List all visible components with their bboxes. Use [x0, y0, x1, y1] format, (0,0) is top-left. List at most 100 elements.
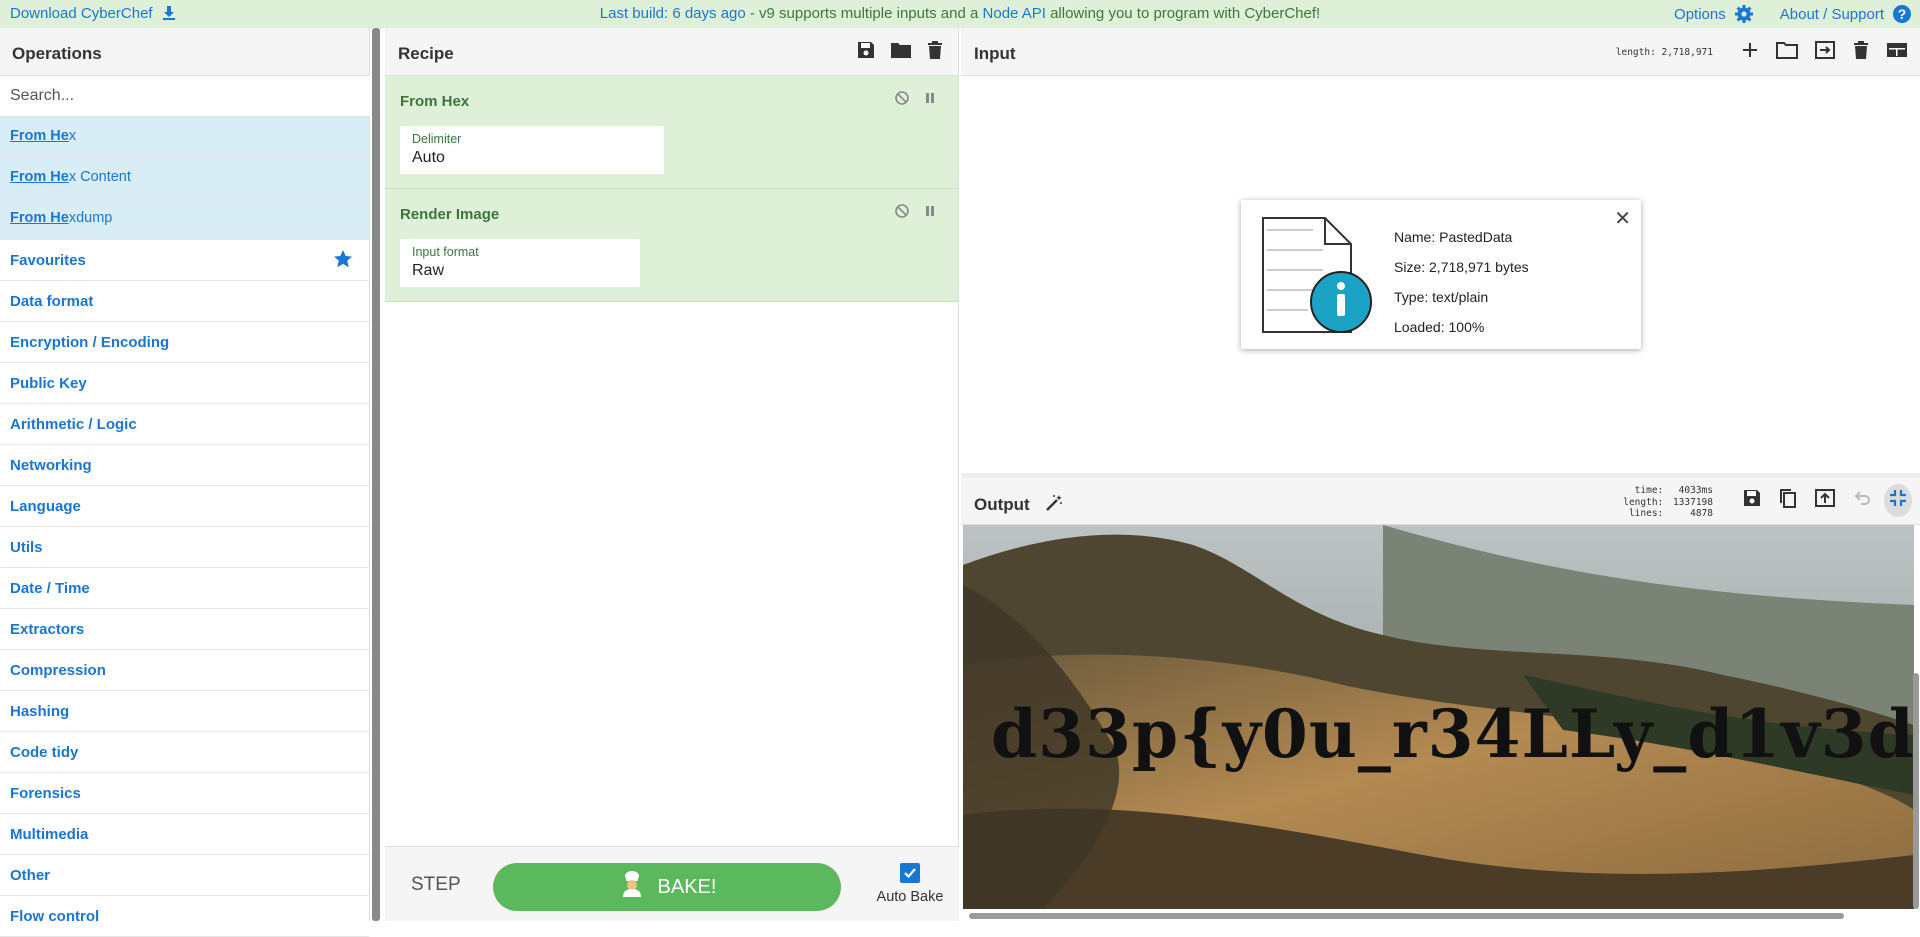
- open-folder-icon[interactable]: [1776, 40, 1798, 65]
- top-banner: Download CyberChef Last build: 6 days ag…: [0, 0, 1920, 28]
- bake-button[interactable]: BAKE!: [493, 863, 841, 911]
- stat-label: lines:: [1628, 508, 1664, 519]
- ingredient-name: Render Image: [400, 206, 500, 223]
- magic-wand-icon[interactable]: [1044, 493, 1064, 518]
- last-build-link[interactable]: Last build: 6 days ago: [600, 5, 746, 22]
- flag-text: d33p{y0u_r34LLy_d1v3d_1n: [991, 695, 1914, 773]
- save-output-icon[interactable]: [1742, 488, 1762, 513]
- search-results: From Hex From Hex Content From Hexdump: [0, 117, 369, 240]
- category-label: Other: [10, 867, 51, 884]
- category-label: Networking: [10, 457, 92, 474]
- category-compression[interactable]: Compression: [0, 650, 369, 691]
- ingredient-from-hex[interactable]: From Hex Delimiter Auto: [385, 76, 958, 189]
- search-match: From He: [10, 210, 69, 226]
- help-icon[interactable]: ?: [1892, 4, 1912, 24]
- category-data-format[interactable]: Data format: [0, 281, 369, 322]
- recipe-panel: Recipe From Hex Delimiter Auto Render Im…: [385, 28, 959, 921]
- category-other[interactable]: Other: [0, 855, 369, 896]
- category-utils[interactable]: Utils: [0, 527, 369, 568]
- delimiter-field[interactable]: Delimiter Auto: [400, 126, 664, 174]
- category-flow-control[interactable]: Flow control: [0, 896, 369, 937]
- category-forensics[interactable]: Forensics: [0, 773, 369, 814]
- bake-label: BAKE!: [657, 875, 717, 898]
- auto-bake-toggle[interactable]: Auto Bake: [870, 863, 950, 905]
- clear-input-icon[interactable]: [1852, 40, 1870, 65]
- category-label: Arithmetic / Logic: [10, 416, 137, 433]
- disable-icon[interactable]: [894, 90, 910, 111]
- recipe-header: Recipe: [385, 28, 958, 76]
- node-api-link[interactable]: Node API: [983, 5, 1046, 22]
- category-extractors[interactable]: Extractors: [0, 609, 369, 650]
- category-label: Utils: [10, 539, 43, 556]
- input-format-field[interactable]: Input format Raw: [400, 239, 640, 287]
- category-label: Hashing: [10, 703, 70, 720]
- disable-icon[interactable]: [894, 203, 910, 224]
- category-hashing[interactable]: Hashing: [0, 691, 369, 732]
- operations-scrollbar[interactable]: [372, 28, 380, 921]
- category-multimedia[interactable]: Multimedia: [0, 814, 369, 855]
- field-label: Input format: [412, 245, 479, 259]
- auto-bake-checkbox[interactable]: [900, 863, 920, 883]
- breakpoint-icon[interactable]: [922, 90, 938, 111]
- category-encryption-encoding[interactable]: Encryption / Encoding: [0, 322, 369, 363]
- clear-recipe-icon[interactable]: [926, 40, 944, 65]
- file-details-card: Name: PastedData Size: 2,718,971 bytes T…: [1241, 200, 1641, 349]
- category-language[interactable]: Language: [0, 486, 369, 527]
- step-button[interactable]: STEP: [411, 874, 461, 896]
- output-panel: Output time: 4033ms length: 1337198 line…: [961, 478, 1920, 921]
- search-result-item[interactable]: From Hexdump: [0, 199, 369, 240]
- input-title: Input: [974, 44, 1016, 63]
- ingredient-render-image[interactable]: Render Image Input format Raw: [385, 189, 958, 302]
- search-result-item[interactable]: From Hex Content: [0, 158, 369, 199]
- undo-icon[interactable]: [1852, 488, 1872, 513]
- search-match: From He: [10, 128, 69, 144]
- maximise-icon[interactable]: [1884, 484, 1912, 517]
- output-vertical-scrollbar[interactable]: [1913, 673, 1919, 909]
- banner-message: Last build: 6 days ago - v9 supports mul…: [0, 5, 1920, 22]
- close-icon[interactable]: ✕: [1614, 206, 1631, 231]
- stat-value: 4878: [1690, 508, 1713, 519]
- category-label: Flow control: [10, 908, 100, 925]
- stat-lines: lines: 4878: [1619, 508, 1713, 520]
- search-rest: x Content: [68, 169, 131, 185]
- category-date-time[interactable]: Date / Time: [0, 568, 369, 609]
- file-info-icon: [1253, 210, 1373, 345]
- options-label[interactable]: Options: [1674, 6, 1726, 23]
- output-horizontal-scrollbar[interactable]: [969, 913, 1844, 919]
- file-size: Size: 2,718,971 bytes: [1394, 259, 1529, 275]
- load-recipe-icon[interactable]: [890, 40, 912, 65]
- file-meta: Name: PastedData Size: 2,718,971 bytes T…: [1394, 222, 1529, 342]
- field-label: Delimiter: [412, 132, 462, 146]
- category-networking[interactable]: Networking: [0, 445, 369, 486]
- gear-icon[interactable]: [1734, 4, 1754, 24]
- about-support-label[interactable]: About / Support: [1780, 6, 1884, 23]
- file-name: Name: PastedData: [1394, 229, 1513, 245]
- stat-value: 4033ms: [1678, 485, 1713, 496]
- replace-input-icon[interactable]: [1814, 488, 1836, 513]
- output-stats: time: 4033ms length: 1337198 lines: 4878: [1619, 485, 1713, 520]
- breakpoint-icon[interactable]: [922, 203, 938, 224]
- category-code-tidy[interactable]: Code tidy: [0, 732, 369, 773]
- output-header: Output time: 4033ms length: 1337198 line…: [961, 478, 1920, 525]
- save-recipe-icon[interactable]: [856, 40, 876, 65]
- category-label: Favourites: [10, 252, 86, 269]
- ingredient-name: From Hex: [400, 93, 470, 110]
- category-public-key[interactable]: Public Key: [0, 363, 369, 404]
- search-input[interactable]: [0, 76, 370, 117]
- category-favourites[interactable]: Favourites: [0, 240, 369, 281]
- add-tab-icon[interactable]: [1740, 40, 1760, 65]
- search-result-item[interactable]: From Hex: [0, 117, 369, 158]
- star-icon: [333, 249, 353, 273]
- banner-message-end: allowing you to program with CyberChef!: [1045, 5, 1321, 22]
- banner-message-mid: - v9 supports multiple inputs and a: [745, 5, 983, 22]
- open-file-icon[interactable]: [1814, 40, 1836, 65]
- search-rest: xdump: [68, 210, 113, 226]
- category-arithmetic-logic[interactable]: Arithmetic / Logic: [0, 404, 369, 445]
- category-label: Language: [10, 498, 81, 515]
- category-label: Extractors: [10, 621, 85, 638]
- stat-label: length:: [1623, 496, 1664, 508]
- output-title: Output: [974, 495, 1030, 514]
- layout-icon[interactable]: [1886, 40, 1908, 65]
- copy-icon[interactable]: [1778, 488, 1798, 513]
- svg-text:?: ?: [1898, 6, 1907, 22]
